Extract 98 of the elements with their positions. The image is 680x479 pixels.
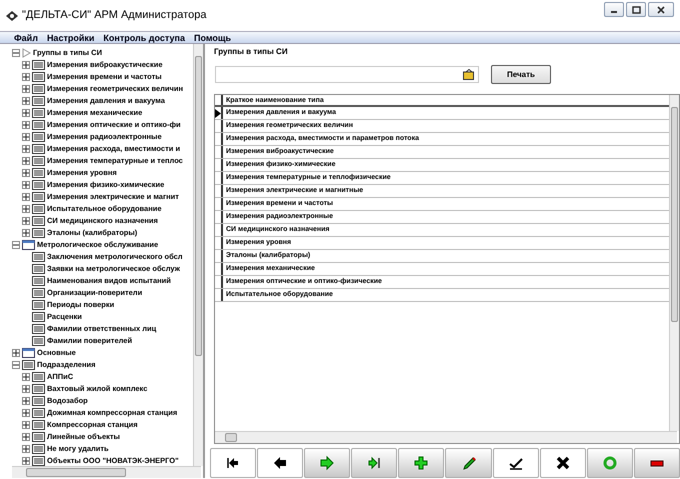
expand-toggle-icon[interactable] (22, 169, 30, 177)
toolbar-button[interactable] (540, 448, 586, 478)
expand-toggle-icon[interactable] (22, 217, 30, 225)
list-icon (32, 204, 45, 214)
list-icon (32, 276, 45, 286)
expand-toggle-icon[interactable] (22, 433, 30, 441)
list-icon (32, 60, 45, 70)
list-icon (32, 96, 45, 106)
horizontal-scrollbar[interactable] (215, 431, 677, 444)
list-icon (32, 300, 45, 310)
expand-toggle-icon[interactable] (22, 409, 30, 417)
row-selector[interactable] (215, 107, 223, 119)
close-icon (657, 6, 665, 14)
close-button[interactable] (648, 2, 674, 17)
toolbar-button[interactable] (634, 448, 680, 478)
expand-toggle-icon[interactable] (22, 397, 30, 405)
right-arrow-icon (319, 455, 336, 472)
app-icon (6, 10, 18, 20)
list-icon (32, 432, 45, 442)
toolbar-button[interactable] (398, 448, 444, 478)
toolbar-button[interactable] (351, 448, 398, 478)
list-icon (32, 132, 45, 142)
window-title: "ДЕЛЬТА-СИ" АРМ Администратора (22, 8, 206, 24)
minimize-button[interactable] (604, 2, 624, 17)
list-icon (32, 120, 45, 130)
collapse-toggle-icon[interactable] (12, 241, 20, 249)
window-icon (22, 240, 35, 250)
list-icon (32, 384, 45, 394)
list-icon (32, 288, 45, 298)
list-icon (32, 192, 45, 202)
list-icon (32, 216, 45, 226)
list-icon (32, 180, 45, 190)
search-field[interactable] (215, 66, 479, 83)
maximize-button[interactable] (626, 2, 646, 17)
expand-toggle-icon[interactable] (22, 445, 30, 453)
expand-toggle-icon[interactable] (22, 109, 30, 117)
expand-toggle-icon[interactable] (22, 97, 30, 105)
row-pointer-icon (215, 108, 221, 118)
list-icon (32, 228, 45, 238)
toolbar-button[interactable] (304, 448, 350, 478)
list-icon (32, 156, 45, 166)
list-icon (32, 264, 45, 274)
list-icon (32, 456, 45, 466)
triangle-icon (22, 48, 31, 58)
collapse-toggle-icon[interactable] (12, 361, 20, 369)
expand-toggle-icon[interactable] (22, 193, 30, 201)
list-icon (32, 72, 45, 82)
maximize-icon (632, 6, 640, 14)
list-icon (32, 312, 45, 322)
list-icon (32, 108, 45, 118)
menu-item[interactable]: Настройки (46, 32, 94, 43)
left-arrow-icon (272, 455, 288, 472)
toolbar-button[interactable] (210, 448, 256, 478)
expand-toggle-icon[interactable] (22, 229, 30, 237)
menu-item[interactable]: Помощь (194, 32, 231, 43)
expand-toggle-icon[interactable] (22, 133, 30, 141)
list-icon (32, 372, 45, 382)
last-record-icon (366, 455, 382, 472)
plus-icon (413, 455, 430, 472)
cross-icon (554, 455, 571, 472)
expand-toggle-icon[interactable] (22, 61, 30, 69)
menu-item[interactable]: Файл (14, 32, 38, 43)
expand-toggle-icon[interactable] (22, 373, 30, 381)
folder-icon[interactable] (463, 69, 475, 80)
list-icon (32, 324, 45, 334)
list-icon (32, 408, 45, 418)
list-icon (22, 360, 35, 370)
print-button[interactable]: Печать (491, 65, 551, 84)
expand-toggle-icon[interactable] (22, 205, 30, 213)
window-icon (22, 348, 35, 358)
expand-toggle-icon[interactable] (22, 145, 30, 153)
expand-toggle-icon[interactable] (22, 457, 30, 465)
pencil-icon (460, 455, 477, 472)
vertical-scrollbar[interactable] (669, 95, 679, 432)
panel-title: Группы в типы СИ (214, 46, 289, 58)
expand-toggle-icon[interactable] (22, 421, 30, 429)
expand-toggle-icon[interactable] (22, 73, 30, 81)
expand-toggle-icon[interactable] (22, 121, 30, 129)
list-icon (32, 336, 45, 346)
expand-toggle-icon[interactable] (22, 157, 30, 165)
list-icon (32, 396, 45, 406)
expand-toggle-icon[interactable] (12, 349, 20, 357)
vertical-scrollbar[interactable] (193, 44, 203, 466)
toolbar-button[interactable] (492, 448, 539, 478)
horizontal-scrollbar[interactable] (12, 466, 201, 478)
list-icon (32, 144, 45, 154)
menu-item[interactable]: Контроль доступа (103, 32, 185, 43)
collapse-toggle-icon[interactable] (12, 49, 20, 57)
expand-toggle-icon[interactable] (22, 85, 30, 93)
expand-toggle-icon[interactable] (22, 385, 30, 393)
list-icon (32, 252, 45, 262)
list-icon (32, 84, 45, 94)
toolbar-button[interactable] (257, 448, 304, 478)
toolbar-button[interactable] (445, 448, 492, 478)
list-icon (32, 444, 45, 454)
expand-toggle-icon[interactable] (22, 181, 30, 189)
list-icon (32, 168, 45, 178)
list-icon (32, 420, 45, 430)
